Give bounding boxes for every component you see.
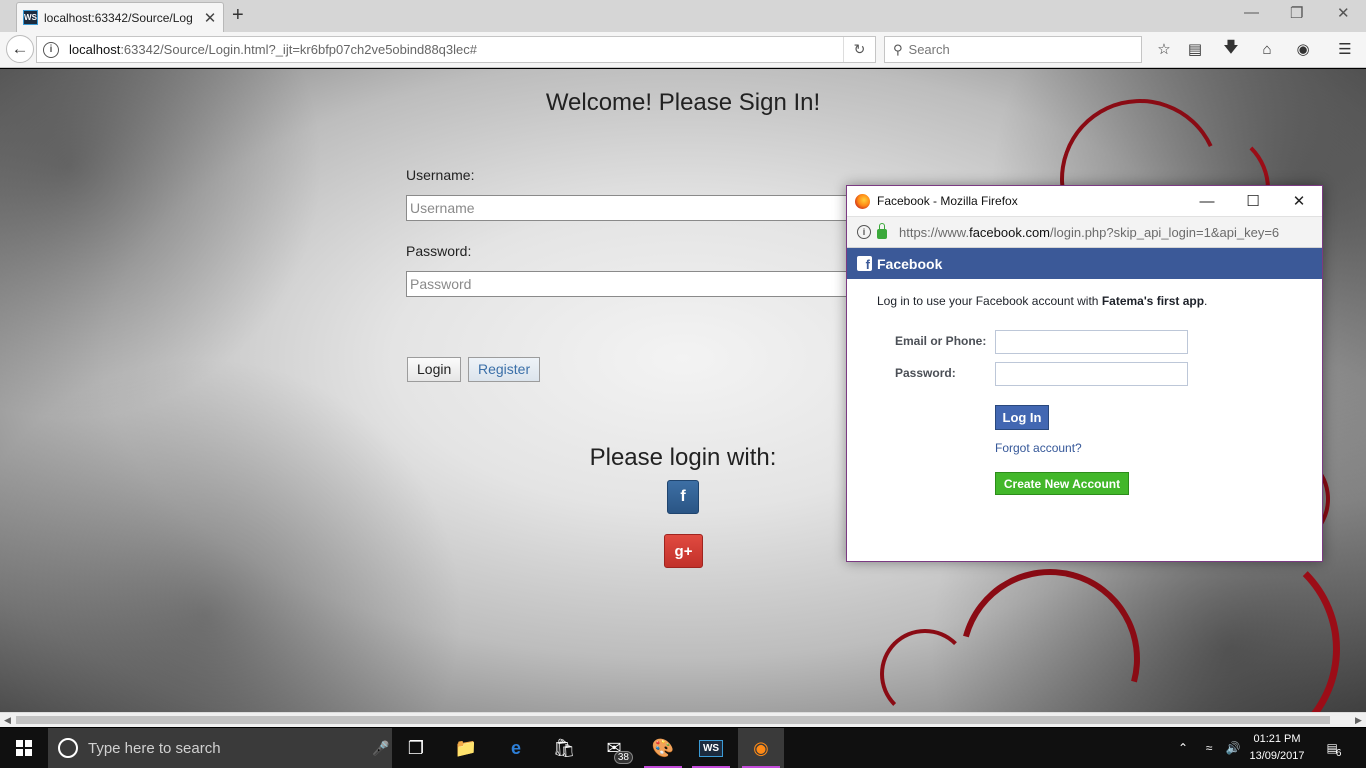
back-icon[interactable]: ← (6, 35, 34, 63)
firefox-icon (855, 193, 870, 209)
close-tab-icon[interactable]: ✕ (203, 9, 217, 27)
reading-list-icon[interactable]: ▤ (1185, 39, 1205, 59)
file-explorer-icon[interactable]: 📁 (443, 728, 489, 768)
facebook-intro-text: Log in to use your Facebook account with… (877, 294, 1208, 308)
downloads-icon[interactable]: 🡇 (1221, 39, 1241, 59)
url-text[interactable]: localhost:63342/Source/Login.html?_ijt=k… (69, 42, 843, 57)
fb-password-field[interactable] (995, 362, 1188, 386)
taskbar-search-placeholder: Type here to search (88, 739, 221, 757)
forgot-account-link[interactable]: Forgot account? (995, 441, 1082, 455)
microphone-icon[interactable]: 🎤 (372, 740, 392, 757)
notifications-icon[interactable]: ▤ 6 (1320, 728, 1350, 768)
popup-url-bar[interactable]: i https://www.facebook.com/login.php?ski… (847, 216, 1322, 248)
url-bar[interactable]: i localhost:63342/Source/Login.html?_ijt… (36, 36, 876, 63)
firefox-taskbar-icon[interactable]: ◉ (738, 728, 784, 768)
info-icon[interactable]: i (43, 41, 59, 58)
show-hidden-icons-icon[interactable]: ⌃ (1172, 728, 1194, 768)
tab-title: localhost:63342/Source/Log (44, 10, 193, 25)
app-name: Fatema's first app (1101, 294, 1205, 308)
paint-icon[interactable]: 🎨 (640, 728, 686, 768)
facebook-logo-icon: f (857, 256, 872, 271)
home-icon[interactable]: ⌂ (1257, 39, 1277, 59)
popup-maximize-icon[interactable]: ☐ (1230, 192, 1276, 210)
edge-icon[interactable]: e (493, 728, 539, 768)
clock-time: 01:21 PM (1253, 733, 1301, 745)
email-field[interactable] (995, 330, 1188, 354)
username-input[interactable] (406, 195, 856, 221)
scroll-left-icon[interactable]: ◀ (0, 713, 15, 727)
taskbar-search[interactable]: Type here to search 🎤 (48, 728, 392, 768)
navigation-toolbar: ← i localhost:63342/Source/Login.html?_i… (0, 32, 1366, 68)
facebook-icon: f (680, 488, 686, 505)
restore-icon[interactable]: ❐ (1290, 4, 1303, 22)
clock[interactable]: 01:21 PM 13/09/2017 (1242, 731, 1312, 765)
popup-title-bar: Facebook - Mozilla Firefox — ☐ ✕ (847, 186, 1322, 216)
reload-icon[interactable]: ↻ (843, 37, 875, 62)
info-icon[interactable]: i (857, 225, 871, 239)
popup-minimize-icon[interactable]: — (1184, 193, 1230, 210)
page-title: Welcome! Please Sign In! (545, 89, 821, 116)
secure-lock-icon (877, 223, 887, 239)
scroll-thumb[interactable] (16, 716, 1330, 724)
menu-icon[interactable]: ☰ (1335, 39, 1355, 59)
tab-bar: WS localhost:63342/Source/Log ✕ + — ❐ ✕ (0, 0, 1366, 32)
webstorm-icon[interactable]: WS (688, 728, 734, 768)
password-input[interactable] (406, 271, 856, 297)
email-label: Email or Phone: (895, 334, 987, 348)
password-label: Password: (406, 243, 472, 259)
webstorm-favicon-icon: WS (23, 10, 38, 25)
login-button[interactable]: Login (407, 357, 462, 382)
swirl-decoration (880, 629, 970, 712)
volume-icon[interactable]: 🔊 (1222, 728, 1244, 768)
scroll-right-icon[interactable]: ▶ (1351, 713, 1366, 727)
popup-title: Facebook - Mozilla Firefox (877, 194, 1018, 208)
mail-icon[interactable]: ✉ 38 (591, 728, 637, 768)
google-plus-login-button[interactable]: g+ (664, 534, 703, 568)
windows-taskbar: Type here to search 🎤 ❐ 📁 e 🛍 ✉ 38 🎨 WS ◉… (0, 728, 1366, 768)
cortana-icon (58, 738, 78, 758)
popup-url-text[interactable]: https://www.facebook.com/login.php?skip_… (899, 225, 1322, 240)
clock-date: 13/09/2017 (1249, 750, 1305, 762)
bookmark-star-icon[interactable]: ☆ (1154, 39, 1174, 59)
fb-password-label: Password: (895, 366, 956, 380)
browser-tab[interactable]: WS localhost:63342/Source/Log ✕ (16, 2, 224, 32)
create-account-button[interactable]: Create New Account (995, 472, 1129, 495)
wifi-icon[interactable]: ≈ (1198, 728, 1220, 768)
facebook-header: f Facebook (847, 248, 1322, 279)
pocket-icon[interactable]: ◉ (1293, 39, 1313, 59)
search-bar[interactable]: ⚲ Search (884, 36, 1142, 63)
search-icon: ⚲ (893, 41, 903, 57)
new-tab-button[interactable]: + (232, 5, 244, 25)
facebook-popup-window: Facebook - Mozilla Firefox — ☐ ✕ i https… (846, 185, 1323, 562)
start-button[interactable] (0, 728, 48, 768)
popup-close-icon[interactable]: ✕ (1276, 192, 1322, 210)
close-window-icon[interactable]: ✕ (1337, 4, 1350, 22)
notification-badge: 6 (1335, 747, 1342, 759)
google-plus-icon: g+ (674, 542, 693, 560)
fb-login-button[interactable]: Log In (995, 405, 1049, 430)
facebook-login-button[interactable]: f (667, 480, 699, 514)
minimize-icon[interactable]: — (1244, 4, 1259, 21)
username-label: Username: (406, 167, 475, 183)
horizontal-scrollbar[interactable]: ◀ ▶ (0, 712, 1366, 727)
mail-badge: 38 (613, 751, 633, 764)
register-button[interactable]: Register (468, 357, 541, 382)
windows-logo-icon (16, 740, 32, 756)
task-view-icon[interactable]: ❐ (393, 728, 439, 768)
facebook-header-title: Facebook (877, 255, 943, 272)
search-placeholder: Search (908, 42, 950, 57)
store-icon[interactable]: 🛍 (541, 728, 587, 768)
